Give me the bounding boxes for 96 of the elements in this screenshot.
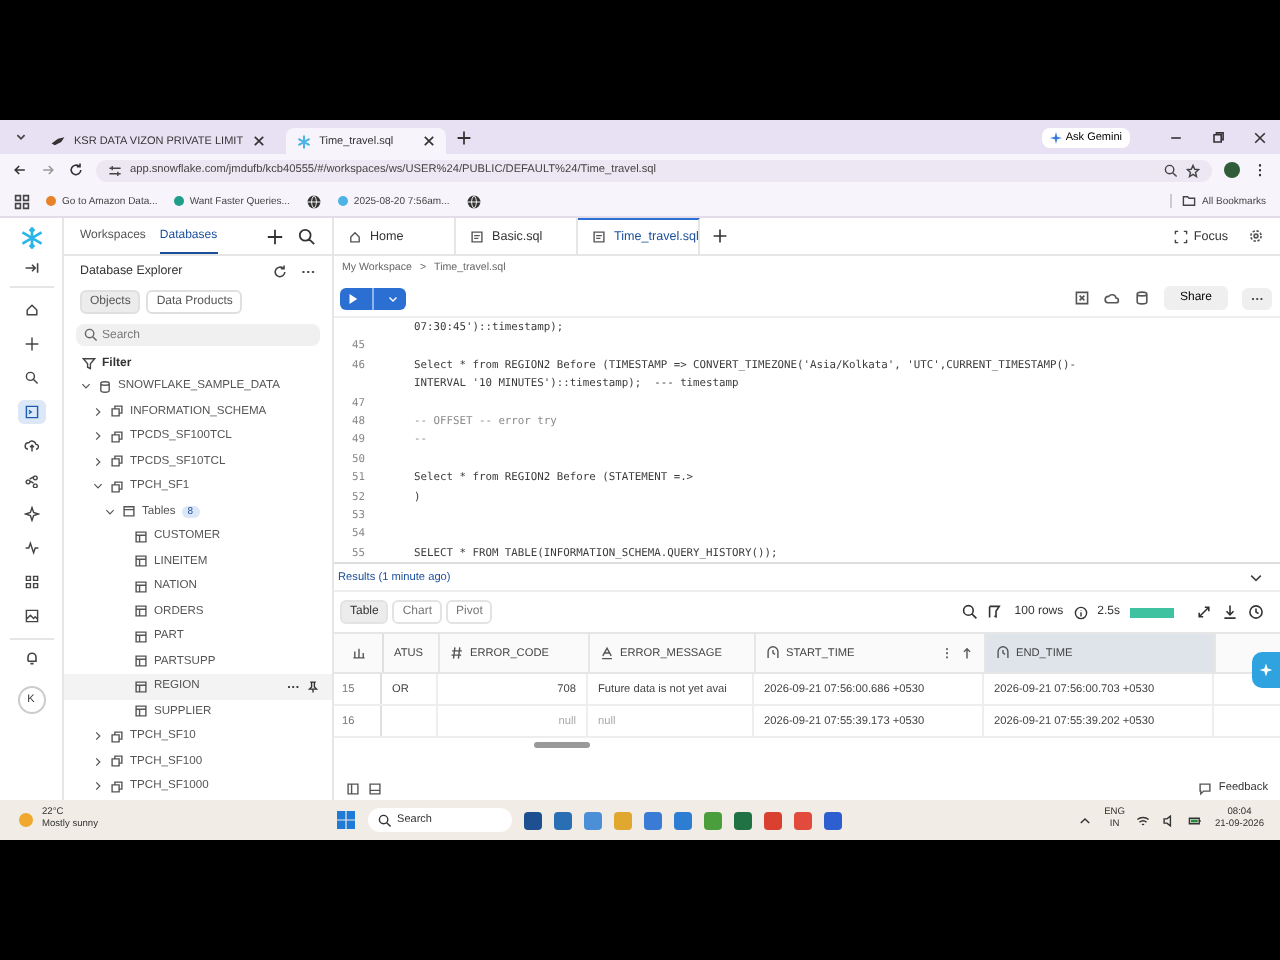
globe-icon[interactable] [465, 193, 482, 209]
favicon-icon [173, 196, 184, 206]
home-icon [348, 229, 362, 243]
refresh-icon[interactable] [272, 263, 288, 279]
schema-icon [110, 429, 124, 444]
schema-icon [110, 754, 124, 769]
chevron-right-icon[interactable] [92, 455, 104, 468]
star-icon[interactable] [1186, 163, 1200, 177]
windows-start-icon[interactable] [335, 810, 356, 830]
site-settings-icon[interactable] [108, 163, 122, 177]
table-icon [134, 604, 148, 619]
ai-assistant-button[interactable] [1252, 652, 1280, 688]
bird-icon [50, 133, 66, 149]
clock-icon [996, 646, 1010, 660]
chevron-right-icon[interactable] [92, 730, 104, 743]
schema-icon [110, 479, 124, 494]
sparkle-icon [1049, 131, 1062, 143]
terminal-icon[interactable] [17, 400, 45, 424]
plus-icon[interactable] [266, 227, 284, 245]
pin-icon[interactable] [306, 679, 320, 694]
table-icon [134, 579, 148, 594]
scrollbar-thumb[interactable] [534, 742, 590, 748]
folder-icon [122, 504, 136, 519]
search-icon [377, 813, 392, 827]
forward-icon[interactable] [40, 162, 56, 178]
chevron-right-icon[interactable] [92, 405, 104, 418]
run-button[interactable] [340, 287, 406, 309]
settings-icon[interactable] [1248, 228, 1264, 244]
close-box-icon[interactable] [1073, 290, 1090, 306]
filter-icon[interactable] [82, 356, 96, 370]
chevron-down-icon[interactable] [1248, 569, 1264, 585]
chevron-down-icon[interactable] [104, 505, 116, 518]
schema-icon [110, 404, 124, 419]
download-icon[interactable] [1222, 604, 1238, 620]
profile-avatar[interactable] [1224, 162, 1240, 178]
chevron-right-icon[interactable] [92, 755, 104, 768]
search-icon[interactable] [962, 604, 979, 620]
chat-icon [1198, 781, 1213, 795]
chevron-down-icon[interactable] [80, 380, 92, 393]
play-icon [346, 291, 360, 305]
apps-grid-icon[interactable] [14, 193, 30, 209]
clock-icon [766, 646, 780, 660]
sparkle-icon [1258, 662, 1274, 678]
schema-icon [110, 454, 124, 469]
column-filter-icon[interactable] [988, 604, 1005, 620]
file-icon [592, 230, 606, 244]
database-icon[interactable] [1133, 290, 1150, 306]
globe-icon[interactable] [305, 193, 322, 209]
new-tab-icon[interactable] [712, 228, 728, 244]
hash-icon [450, 646, 464, 660]
bell-icon[interactable] [23, 650, 39, 666]
restore-icon[interactable] [1210, 129, 1226, 145]
close-icon[interactable] [251, 134, 266, 148]
sort-up-icon[interactable] [960, 646, 974, 660]
sun-icon [16, 810, 36, 830]
table-icon [134, 629, 148, 644]
wifi-icon[interactable] [1136, 813, 1151, 827]
info-icon[interactable] [1073, 605, 1088, 619]
cloud-icon[interactable] [1103, 290, 1120, 306]
close-icon[interactable] [421, 134, 436, 148]
table-icon [134, 529, 148, 544]
zoom-icon[interactable] [1164, 163, 1178, 177]
chevron-up-icon[interactable] [1078, 813, 1093, 827]
battery-icon[interactable] [1188, 813, 1203, 827]
back-icon[interactable] [12, 162, 28, 178]
folder-icon[interactable] [1182, 194, 1197, 208]
chevron-right-icon[interactable] [92, 780, 104, 793]
collapse-icon[interactable] [23, 260, 39, 276]
chevron-right-icon[interactable] [92, 430, 104, 443]
chevron-down-icon[interactable] [92, 480, 104, 493]
text-type-icon [600, 646, 614, 660]
database-icon [98, 379, 112, 394]
snowflake-icon [295, 133, 312, 149]
new-tab-icon[interactable] [455, 129, 472, 145]
table-icon [134, 554, 148, 569]
duration-bar [1130, 607, 1174, 617]
column-stats-icon[interactable] [351, 646, 365, 660]
table-icon [134, 654, 148, 669]
corners-icon [1173, 229, 1188, 243]
close-icon[interactable] [1252, 129, 1268, 145]
table-icon [134, 704, 148, 719]
more-icon[interactable] [940, 646, 954, 660]
favicon-icon [337, 196, 348, 206]
schema-icon [110, 729, 124, 744]
schema-icon [110, 779, 124, 794]
history-icon[interactable] [1248, 604, 1264, 620]
favicon-icon [46, 196, 56, 206]
panel-bottom-icon[interactable] [368, 781, 382, 795]
table-icon [134, 679, 148, 694]
reload-icon[interactable] [68, 162, 84, 178]
speaker-icon[interactable] [1162, 813, 1177, 827]
search-icon[interactable] [298, 227, 316, 245]
panel-left-icon[interactable] [346, 781, 360, 795]
file-icon [470, 229, 484, 243]
expand-icon[interactable] [1196, 604, 1212, 620]
search-icon [84, 328, 98, 342]
